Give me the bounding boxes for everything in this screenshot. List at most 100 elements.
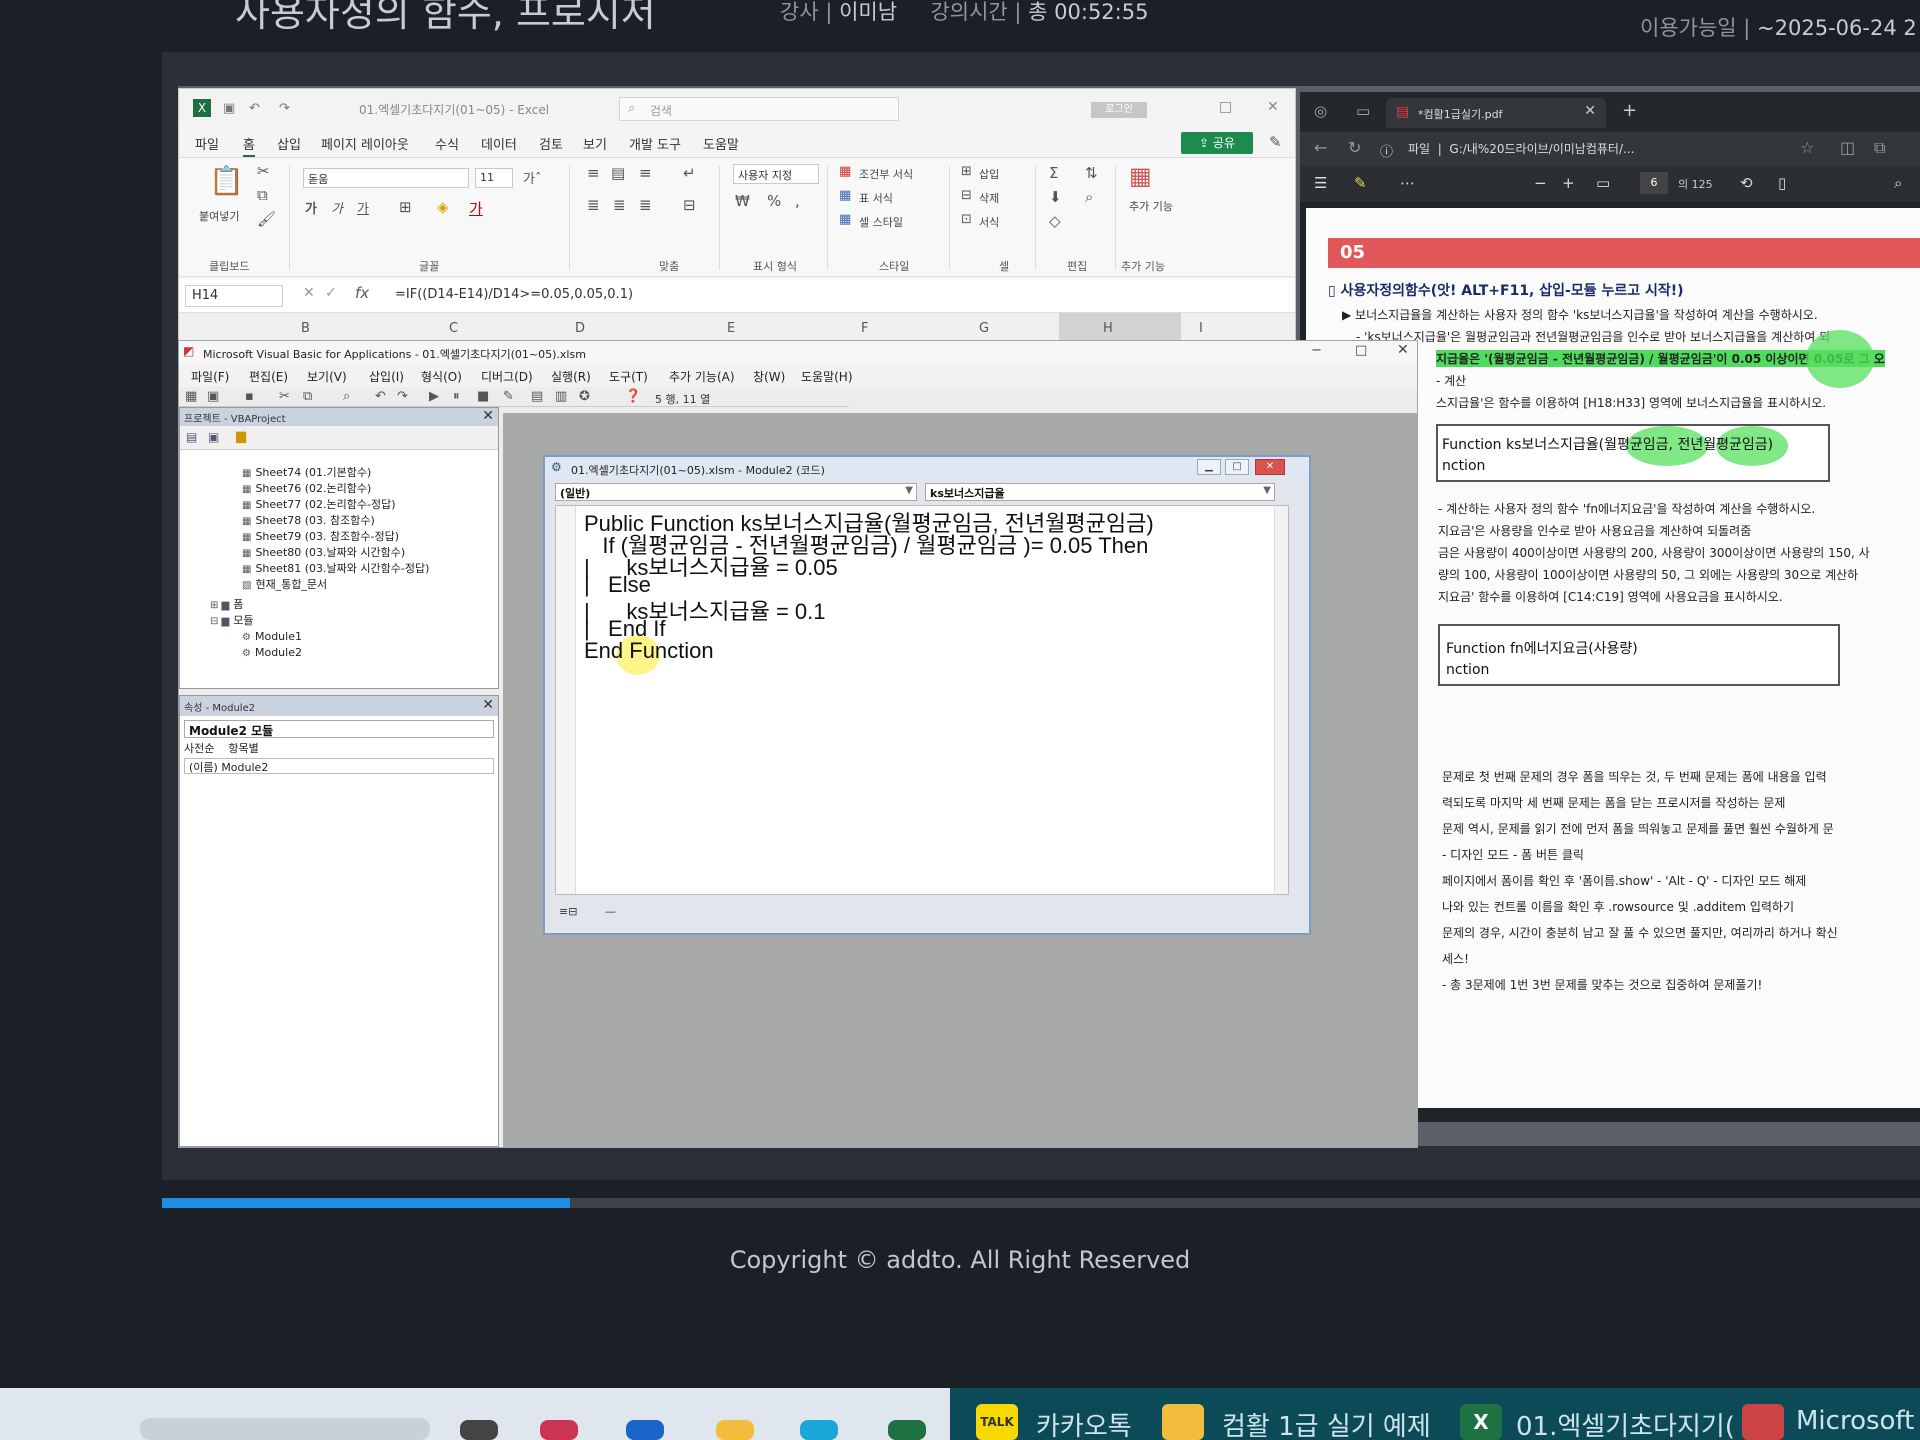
fill-color-icon[interactable]: ◈ <box>437 198 449 216</box>
zoom-in-icon[interactable]: + <box>1562 174 1575 192</box>
currency-icon[interactable]: ₩ <box>735 192 750 210</box>
autosum-icon[interactable]: Σ <box>1049 164 1058 182</box>
confirm-entry-icon[interactable]: ✓ <box>325 285 337 301</box>
cancel-entry-icon[interactable]: ✕ <box>303 285 315 301</box>
align-middle-icon[interactable]: ▤ <box>611 164 625 182</box>
info-icon[interactable]: ⓘ <box>1380 141 1393 160</box>
excel-icon[interactable]: X <box>1460 1404 1502 1440</box>
refresh-icon[interactable]: ↻ <box>1348 138 1361 157</box>
code-editor[interactable]: Public Function ks보너스지급율(월평균임금, 전년월평균임금)… <box>555 505 1289 895</box>
window-close-icon[interactable]: ✕ <box>1267 99 1279 115</box>
code-line[interactable]: End Function <box>584 638 714 664</box>
rotate-icon[interactable]: ⟲ <box>1740 174 1753 192</box>
column-header-selected[interactable]: H <box>1103 321 1113 336</box>
run-icon[interactable]: ▶ <box>429 389 439 404</box>
window-restore-icon[interactable]: □ <box>1219 99 1232 115</box>
object-browser-icon[interactable]: ✪ <box>579 389 590 404</box>
vba-icon[interactable] <box>1742 1404 1784 1440</box>
name-box[interactable]: H14 <box>185 285 283 307</box>
tree-item-sheet[interactable]: ▦ Sheet80 (03.날짜와 시간함수) <box>242 544 405 560</box>
menu-insert[interactable]: 삽입 <box>277 134 301 153</box>
percent-icon[interactable]: % <box>767 192 781 210</box>
tree-item-sheet[interactable]: ▦ Sheet79 (03. 참조함수-정답) <box>242 528 399 544</box>
help-icon[interactable]: ❓ <box>625 389 641 404</box>
undo-icon[interactable]: ↶ <box>375 389 386 404</box>
url-display[interactable]: 파일 | G:/내%20드라이브/이미남컴퓨터/... <box>1408 140 1634 157</box>
view-code-icon[interactable]: ▤ <box>186 430 197 444</box>
close-tab-icon[interactable]: ✕ <box>1584 103 1596 119</box>
taskbar-app-icon[interactable] <box>626 1420 664 1440</box>
menu-formulas[interactable]: 수식 <box>435 134 459 153</box>
align-right-icon[interactable]: ≣ <box>639 196 652 214</box>
favorite-icon[interactable]: ☆ <box>1800 138 1814 157</box>
vba-menu-format[interactable]: 형식(O) <box>421 368 462 385</box>
code-maximize-button[interactable]: □ <box>1225 459 1249 475</box>
delete-cells-button[interactable]: 삭제 <box>979 190 999 206</box>
menu-help[interactable]: 도움말 <box>703 134 739 153</box>
properties-icon[interactable]: ▥ <box>555 389 567 404</box>
video-progress-bar[interactable] <box>162 1198 1920 1208</box>
property-row-name[interactable]: (이름) Module2 <box>184 758 494 774</box>
fill-icon[interactable]: ⬇ <box>1049 188 1062 206</box>
vba-menu-help[interactable]: 도움말(H) <box>801 368 853 385</box>
format-cells-button[interactable]: 서식 <box>979 214 999 230</box>
vba-menu-edit[interactable]: 편집(E) <box>249 368 288 385</box>
code-close-button[interactable]: ✕ <box>1255 459 1285 475</box>
paste-label[interactable]: 붙여넣기 <box>199 208 239 224</box>
contents-icon[interactable]: ☰ <box>1314 174 1327 192</box>
save-icon[interactable]: ▪ <box>245 389 254 404</box>
taskbar-search[interactable] <box>140 1418 430 1440</box>
procedure-combo[interactable]: ks보너스지급율 ▼ <box>925 483 1275 501</box>
align-bottom-icon[interactable]: ≡ <box>639 164 652 182</box>
cut-icon[interactable]: ✂ <box>257 162 270 180</box>
zoom-out-icon[interactable]: − <box>1534 174 1547 192</box>
paste-icon[interactable]: 📋 <box>209 164 244 197</box>
tree-item-module[interactable]: ⚙ Module1 <box>242 630 302 643</box>
taskbar-app-icon[interactable] <box>800 1420 838 1440</box>
column-header[interactable]: G <box>979 321 989 336</box>
toggle-folders-icon[interactable]: ▆ <box>236 429 246 444</box>
taskbar-item-excel[interactable]: 01.엑셀기초다지기( <box>1516 1406 1735 1440</box>
save-icon[interactable]: ▣ <box>223 101 235 116</box>
design-mode-icon[interactable]: ✎ <box>503 389 514 404</box>
redo-icon[interactable]: ↷ <box>279 101 290 116</box>
vba-menu-run[interactable]: 실행(R) <box>551 368 591 385</box>
cell-style-button[interactable]: 셀 스타일 <box>859 214 903 230</box>
menu-home[interactable]: 홈 <box>243 134 255 157</box>
menu-developer[interactable]: 개발 도구 <box>629 134 681 153</box>
more-tools-icon[interactable]: ⋯ <box>1400 174 1415 192</box>
tree-item-sheet[interactable]: ▦ Sheet77 (02.논리함수-정답) <box>242 496 396 512</box>
menu-view[interactable]: 보기 <box>583 134 607 153</box>
menu-data[interactable]: 데이터 <box>481 134 517 153</box>
project-explorer-icon[interactable]: ▤ <box>531 389 543 404</box>
view-object-icon[interactable]: ▣ <box>208 430 219 444</box>
copy-icon[interactable]: ⧉ <box>257 186 268 204</box>
folder-icon[interactable] <box>1162 1404 1204 1440</box>
font-size-select[interactable]: 11 <box>475 168 513 188</box>
tree-folder-modules[interactable]: ⊟ ▆ 모듈 <box>210 612 254 628</box>
new-tab-icon[interactable]: + <box>1622 100 1637 121</box>
tree-item-sheet[interactable]: ▦ Sheet76 (02.논리함수) <box>242 480 371 496</box>
addins-icon[interactable]: ▦ <box>1129 162 1152 190</box>
share-button[interactable]: ⇪ 공유 <box>1181 132 1253 154</box>
tree-item-sheet[interactable]: ▦ Sheet74 (01.기본함수) <box>242 464 371 480</box>
taskbar-item-vba[interactable]: Microsoft Vi <box>1796 1406 1920 1436</box>
italic-icon[interactable]: 가 <box>331 198 343 217</box>
cut-icon[interactable]: ✂ <box>279 389 290 404</box>
format-painter-icon[interactable]: 🖌 <box>257 210 276 228</box>
workspaces-icon[interactable]: ◎ <box>1314 102 1327 120</box>
close-panel-icon[interactable]: ✕ <box>482 408 494 424</box>
excel-search-input[interactable]: ⌕ 검색 <box>619 97 899 121</box>
insert-module-icon[interactable]: ▣ <box>207 389 219 404</box>
vba-menu-window[interactable]: 창(W) <box>753 368 785 385</box>
collections-icon[interactable]: ⧉ <box>1874 138 1885 158</box>
column-header[interactable]: D <box>575 321 585 336</box>
page-view-icon[interactable]: ▯ <box>1778 174 1786 192</box>
reset-icon[interactable]: ■ <box>477 389 489 404</box>
insert-cells-button[interactable]: 삽입 <box>979 166 999 182</box>
font-color-icon[interactable]: 가 <box>469 198 483 219</box>
tree-item-sheet[interactable]: ▦ Sheet81 (03.날짜와 시간함수-정답) <box>242 560 429 576</box>
pdf-tab[interactable]: ▤ *컴활1급실기.pdf ✕ <box>1386 98 1606 128</box>
underline-icon[interactable]: 가 <box>357 198 369 217</box>
tab-alphabetic[interactable]: 사전순 <box>184 742 214 755</box>
